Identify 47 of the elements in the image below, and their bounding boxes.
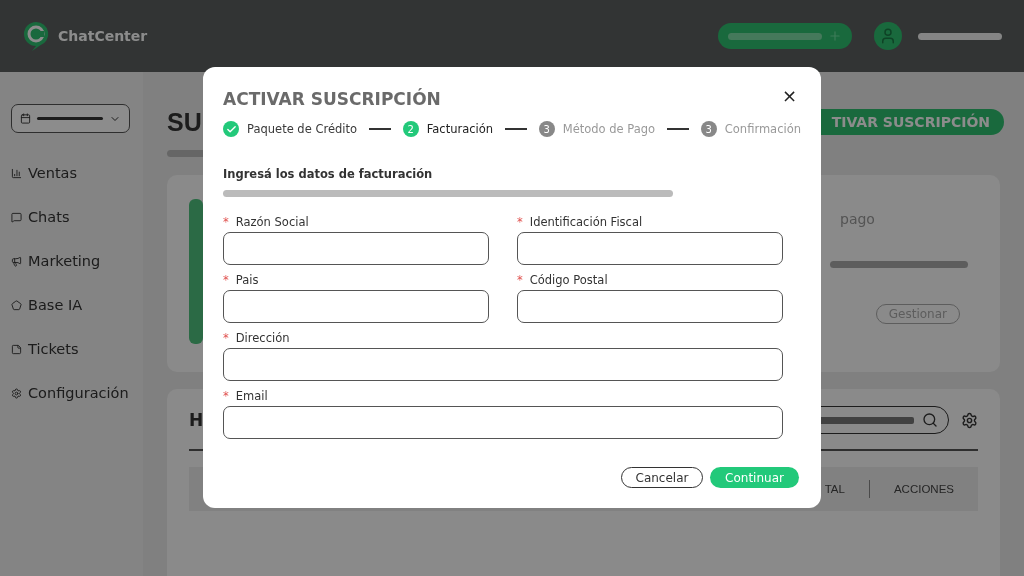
input-field[interactable] <box>223 348 783 381</box>
calendar-icon <box>20 113 31 124</box>
search-icon <box>922 412 938 428</box>
sidebar-item[interactable]: Base IA <box>11 283 132 327</box>
settings-icon <box>11 387 22 399</box>
input-field[interactable] <box>223 232 489 265</box>
form-subtitle: Ingresá los datos de facturación <box>223 167 434 181</box>
logo-text: ChatCenter <box>58 28 148 44</box>
step-label: Facturación <box>426 122 494 136</box>
add-button[interactable] <box>718 23 852 49</box>
column-header: TAL <box>824 482 845 495</box>
field-label: * Email <box>223 389 269 405</box>
page-title: SU <box>167 107 202 137</box>
step-label: Confirmación <box>724 122 801 136</box>
settings-icon[interactable] <box>961 411 978 429</box>
field-label: * Dirección <box>223 331 291 347</box>
step-label: Método de Pago <box>562 122 656 136</box>
sidebar-item[interactable]: Configuración <box>11 371 132 415</box>
plus-icon <box>828 29 842 43</box>
sidebar-item[interactable]: Tickets <box>11 327 132 371</box>
field-label: * Código Postal <box>517 273 609 289</box>
step-number: 3 <box>700 121 717 137</box>
sidebar-item[interactable]: Marketing <box>11 239 132 283</box>
field-label: * Razón Social <box>223 215 310 231</box>
close-button[interactable]: × <box>777 87 801 105</box>
store-select[interactable] <box>11 104 130 133</box>
sidebar-item[interactable]: Chats <box>11 195 132 239</box>
field-label: * Identificación Fiscal <box>517 215 644 231</box>
dialog-title: ACTIVAR SUSCRIPCIÓN <box>223 89 441 109</box>
field-label: * Pais <box>223 273 260 289</box>
input-field[interactable] <box>517 290 783 323</box>
column-header: ACCIONES <box>893 482 954 495</box>
input-field[interactable] <box>517 232 783 265</box>
chat-bubble-icon <box>11 211 22 223</box>
cancel-button[interactable]: Cancelar <box>621 467 703 488</box>
section-title: H <box>189 410 204 430</box>
step-label: Paquete de Crédito <box>247 122 358 136</box>
note-icon <box>11 343 22 355</box>
input-field[interactable] <box>223 290 489 323</box>
megaphone-icon <box>11 255 22 267</box>
sidebar-item[interactable]: Ventas <box>11 151 132 195</box>
logo-icon <box>22 20 50 52</box>
bar-chart-icon <box>11 167 22 179</box>
step-number: 3 <box>538 121 555 137</box>
pentagon-icon <box>11 299 22 311</box>
input-field[interactable] <box>223 406 783 439</box>
step-number: 2 <box>402 121 419 137</box>
